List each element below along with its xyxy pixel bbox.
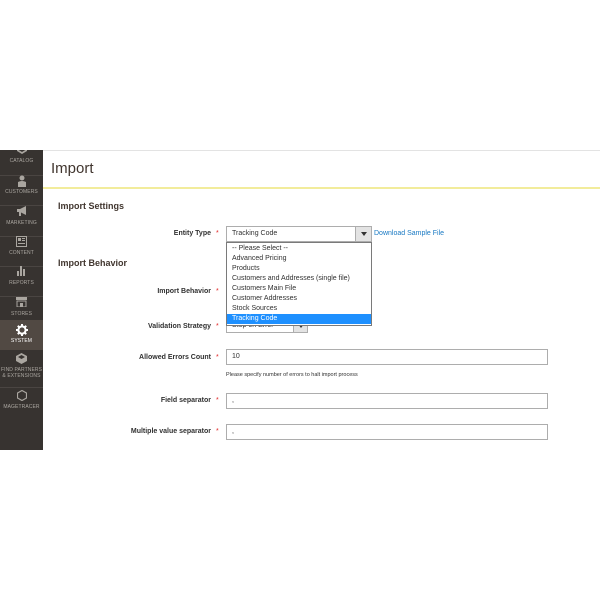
sidebar-item-label: SYSTEM <box>10 338 33 344</box>
allowed-errors-input[interactable]: 10 <box>226 349 548 365</box>
entity-type-label: Entity Type <box>173 230 211 237</box>
sidebar-item-reports[interactable]: REPORTS <box>0 266 43 296</box>
page-title: Import <box>51 160 94 177</box>
dropdown-option[interactable]: -- Please Select -- <box>227 244 371 254</box>
required-marker: * <box>216 288 219 295</box>
admin-window: CATALOG CUSTOMERS MARKETING CONTENT REPO… <box>0 150 600 450</box>
required-marker: * <box>216 354 219 361</box>
multiple-separator-label: Multiple value separator <box>130 428 211 435</box>
entity-type-dropdown: -- Please Select -- Advanced Pricing Pro… <box>226 242 372 326</box>
sidebar-item-label: MARKETING <box>6 220 37 226</box>
sidebar-item-customers[interactable]: CUSTOMERS <box>0 175 43 205</box>
entity-type-select[interactable]: Tracking Code <box>226 226 372 242</box>
admin-sidebar: CATALOG CUSTOMERS MARKETING CONTENT REPO… <box>0 150 43 450</box>
dropdown-option[interactable]: Customers Main File <box>227 284 371 294</box>
required-marker: * <box>216 397 219 404</box>
sidebar-item-label: MAGETRACER <box>3 404 40 410</box>
customers-icon <box>0 175 43 189</box>
allowed-errors-label: Allowed Errors Count <box>139 354 211 361</box>
dropdown-option[interactable]: Products <box>227 264 371 274</box>
dropdown-option[interactable]: Customers and Addresses (single file) <box>227 274 371 284</box>
catalog-icon <box>0 150 43 158</box>
sidebar-item-marketing[interactable]: MARKETING <box>0 206 43 236</box>
sidebar-item-label: CUSTOMERS <box>5 189 38 195</box>
sidebar-item-partners[interactable]: FIND PARTNERS & EXTENSIONS <box>0 353 43 387</box>
partners-icon <box>0 353 43 367</box>
allowed-errors-note: Please specify number of errors to halt … <box>226 372 358 378</box>
sidebar-item-catalog[interactable]: CATALOG <box>0 150 43 174</box>
select-toggle[interactable] <box>355 227 371 241</box>
sidebar-item-content[interactable]: CONTENT <box>0 236 43 266</box>
required-marker: * <box>216 323 219 330</box>
download-sample-file-link[interactable]: Download Sample File <box>374 230 444 237</box>
marketing-icon <box>0 206 43 220</box>
system-icon <box>0 324 43 338</box>
sidebar-item-magetracer[interactable]: MAGETRACER <box>0 389 43 420</box>
sidebar-item-label: STORES <box>10 311 33 317</box>
import-settings-title: Import Settings <box>58 201 125 211</box>
dropdown-option[interactable]: Advanced Pricing <box>227 254 371 264</box>
entity-type-value: Tracking Code <box>232 230 278 237</box>
required-marker: * <box>216 428 219 435</box>
sidebar-item-label: FIND PARTNERS & EXTENSIONS <box>0 367 43 379</box>
dropdown-option[interactable]: Stock Sources <box>227 304 371 314</box>
chevron-down-icon <box>361 232 367 236</box>
sidebar-item-label: REPORTS <box>9 280 34 286</box>
reports-icon <box>0 266 43 280</box>
magetracer-icon <box>0 389 43 404</box>
field-separator-label: Field separator <box>160 397 211 404</box>
dropdown-option-selected[interactable]: Tracking Code <box>227 314 371 324</box>
multiple-separator-input[interactable]: , <box>226 424 548 440</box>
content-icon <box>0 236 43 250</box>
sidebar-item-label: CATALOG <box>9 158 34 164</box>
sidebar-item-label: CONTENT <box>9 250 34 256</box>
field-separator-input[interactable]: , <box>226 393 548 409</box>
dropdown-option[interactable]: Customer Addresses <box>227 294 371 304</box>
required-marker: * <box>216 230 219 237</box>
validation-strategy-label: Validation Strategy <box>147 323 211 330</box>
sidebar-item-system[interactable]: SYSTEM <box>0 320 43 350</box>
import-behavior-label: Import Behavior <box>157 288 211 295</box>
header-divider <box>43 187 600 189</box>
import-behavior-title: Import Behavior <box>58 258 128 268</box>
stores-icon <box>0 297 43 311</box>
